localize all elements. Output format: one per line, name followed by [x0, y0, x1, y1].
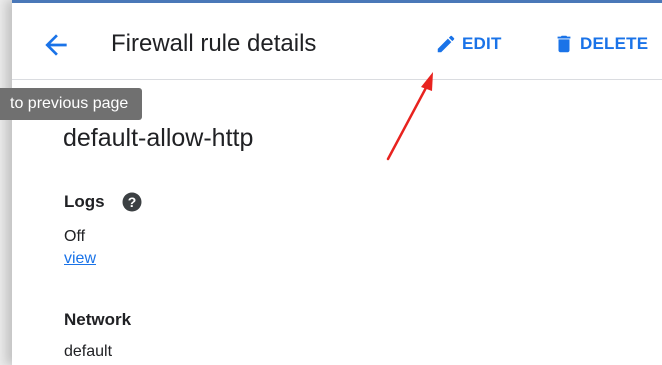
back-tooltip: to previous page: [0, 88, 143, 120]
edit-button[interactable]: EDIT: [435, 31, 502, 57]
arrow-back-icon: [45, 34, 67, 56]
delete-button[interactable]: DELETE: [553, 31, 648, 57]
help-icon[interactable]: ?: [122, 192, 142, 212]
network-label: Network: [64, 310, 132, 329]
edit-button-label: EDIT: [462, 34, 502, 53]
pencil-icon: [437, 35, 455, 53]
back-button[interactable]: [40, 29, 72, 61]
network-value: default: [64, 343, 113, 360]
rule-name: default-allow-http: [63, 124, 254, 152]
view-logs-link[interactable]: view: [64, 249, 96, 269]
delete-button-label: DELETE: [580, 34, 649, 53]
page-title: Firewall rule details: [111, 30, 317, 57]
svg-text:?: ?: [128, 194, 137, 210]
logs-label: Logs: [64, 192, 105, 211]
question-circle-icon: ?: [122, 192, 142, 212]
logs-value: Off: [64, 228, 86, 245]
trash-icon: [557, 35, 571, 53]
header-bar: Firewall rule details EDIT DELETE: [12, 3, 662, 80]
details-panel: Firewall rule details EDIT DELETE defaul…: [12, 0, 662, 365]
